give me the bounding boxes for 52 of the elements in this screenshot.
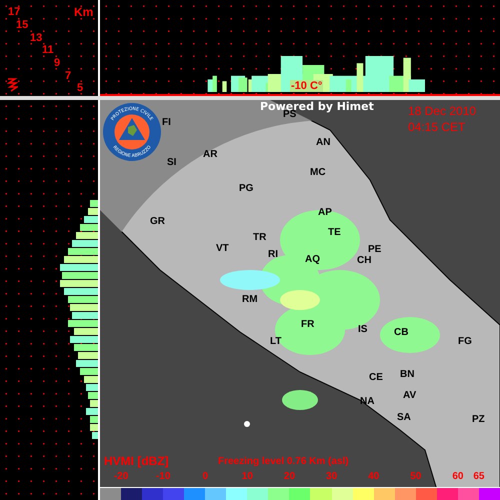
scale-label: 40 [367, 471, 380, 482]
date-label: 18 Dec 2010 [408, 104, 476, 118]
city-label: AP [318, 207, 332, 218]
city-label: PE [368, 244, 382, 255]
city-label: RM [242, 294, 258, 305]
city-label: FR [301, 319, 314, 330]
time-label: 04:15 CET [408, 120, 466, 134]
city-label: AQ [305, 254, 320, 265]
scale-label: 30 [325, 471, 338, 482]
city-label: IS [358, 324, 368, 335]
scale-label: -20 [112, 471, 130, 482]
height-label: 9 [54, 57, 60, 69]
city-label: AN [316, 137, 330, 148]
city-label: CH [357, 255, 372, 266]
city-label: MC [310, 167, 326, 178]
unit-label: Km [74, 5, 94, 19]
city-label: GR [150, 216, 165, 227]
city-label: AR [203, 149, 218, 160]
scale-label: 60 [451, 471, 464, 482]
scale-label: 0 [201, 471, 210, 482]
city-label: VT [216, 243, 229, 254]
city-label: SI [167, 157, 176, 168]
freezing-level-text: Freezing level 0.76 Km (asl) [218, 456, 349, 467]
scale-label: 20 [282, 471, 296, 482]
city-label: TE [328, 227, 341, 238]
scale-label: -10 [154, 471, 172, 482]
city-label: FG [458, 336, 472, 347]
city-label: RI [268, 249, 278, 260]
city-label: AV [403, 390, 416, 401]
city-label: TR [253, 232, 266, 243]
city-label: CE [369, 372, 383, 383]
city-label: CB [394, 327, 408, 338]
height-label: 5 [77, 82, 84, 94]
scale-label: 65 [472, 471, 486, 482]
height-label: 7 [65, 70, 72, 82]
scale-label: 10 [240, 471, 254, 482]
height-label: 17 [8, 6, 20, 18]
city-label: PG [239, 183, 254, 194]
isotherm-label: -10 C° [290, 80, 324, 92]
city-label: PZ [472, 414, 485, 425]
city-label: NA [360, 396, 374, 407]
height-label: 15 [16, 19, 28, 31]
city-label: PS [283, 109, 296, 120]
city-label: BN [400, 369, 414, 380]
city-label: LT [270, 336, 282, 347]
wave-icon [6, 78, 18, 92]
height-label: 13 [30, 32, 42, 44]
scale-label: 50 [409, 471, 422, 482]
legend-title: HVMI [dBZ] [104, 454, 169, 468]
height-label: 11 [42, 44, 54, 56]
city-label: FI [162, 117, 171, 128]
city-label: SA [397, 412, 411, 423]
